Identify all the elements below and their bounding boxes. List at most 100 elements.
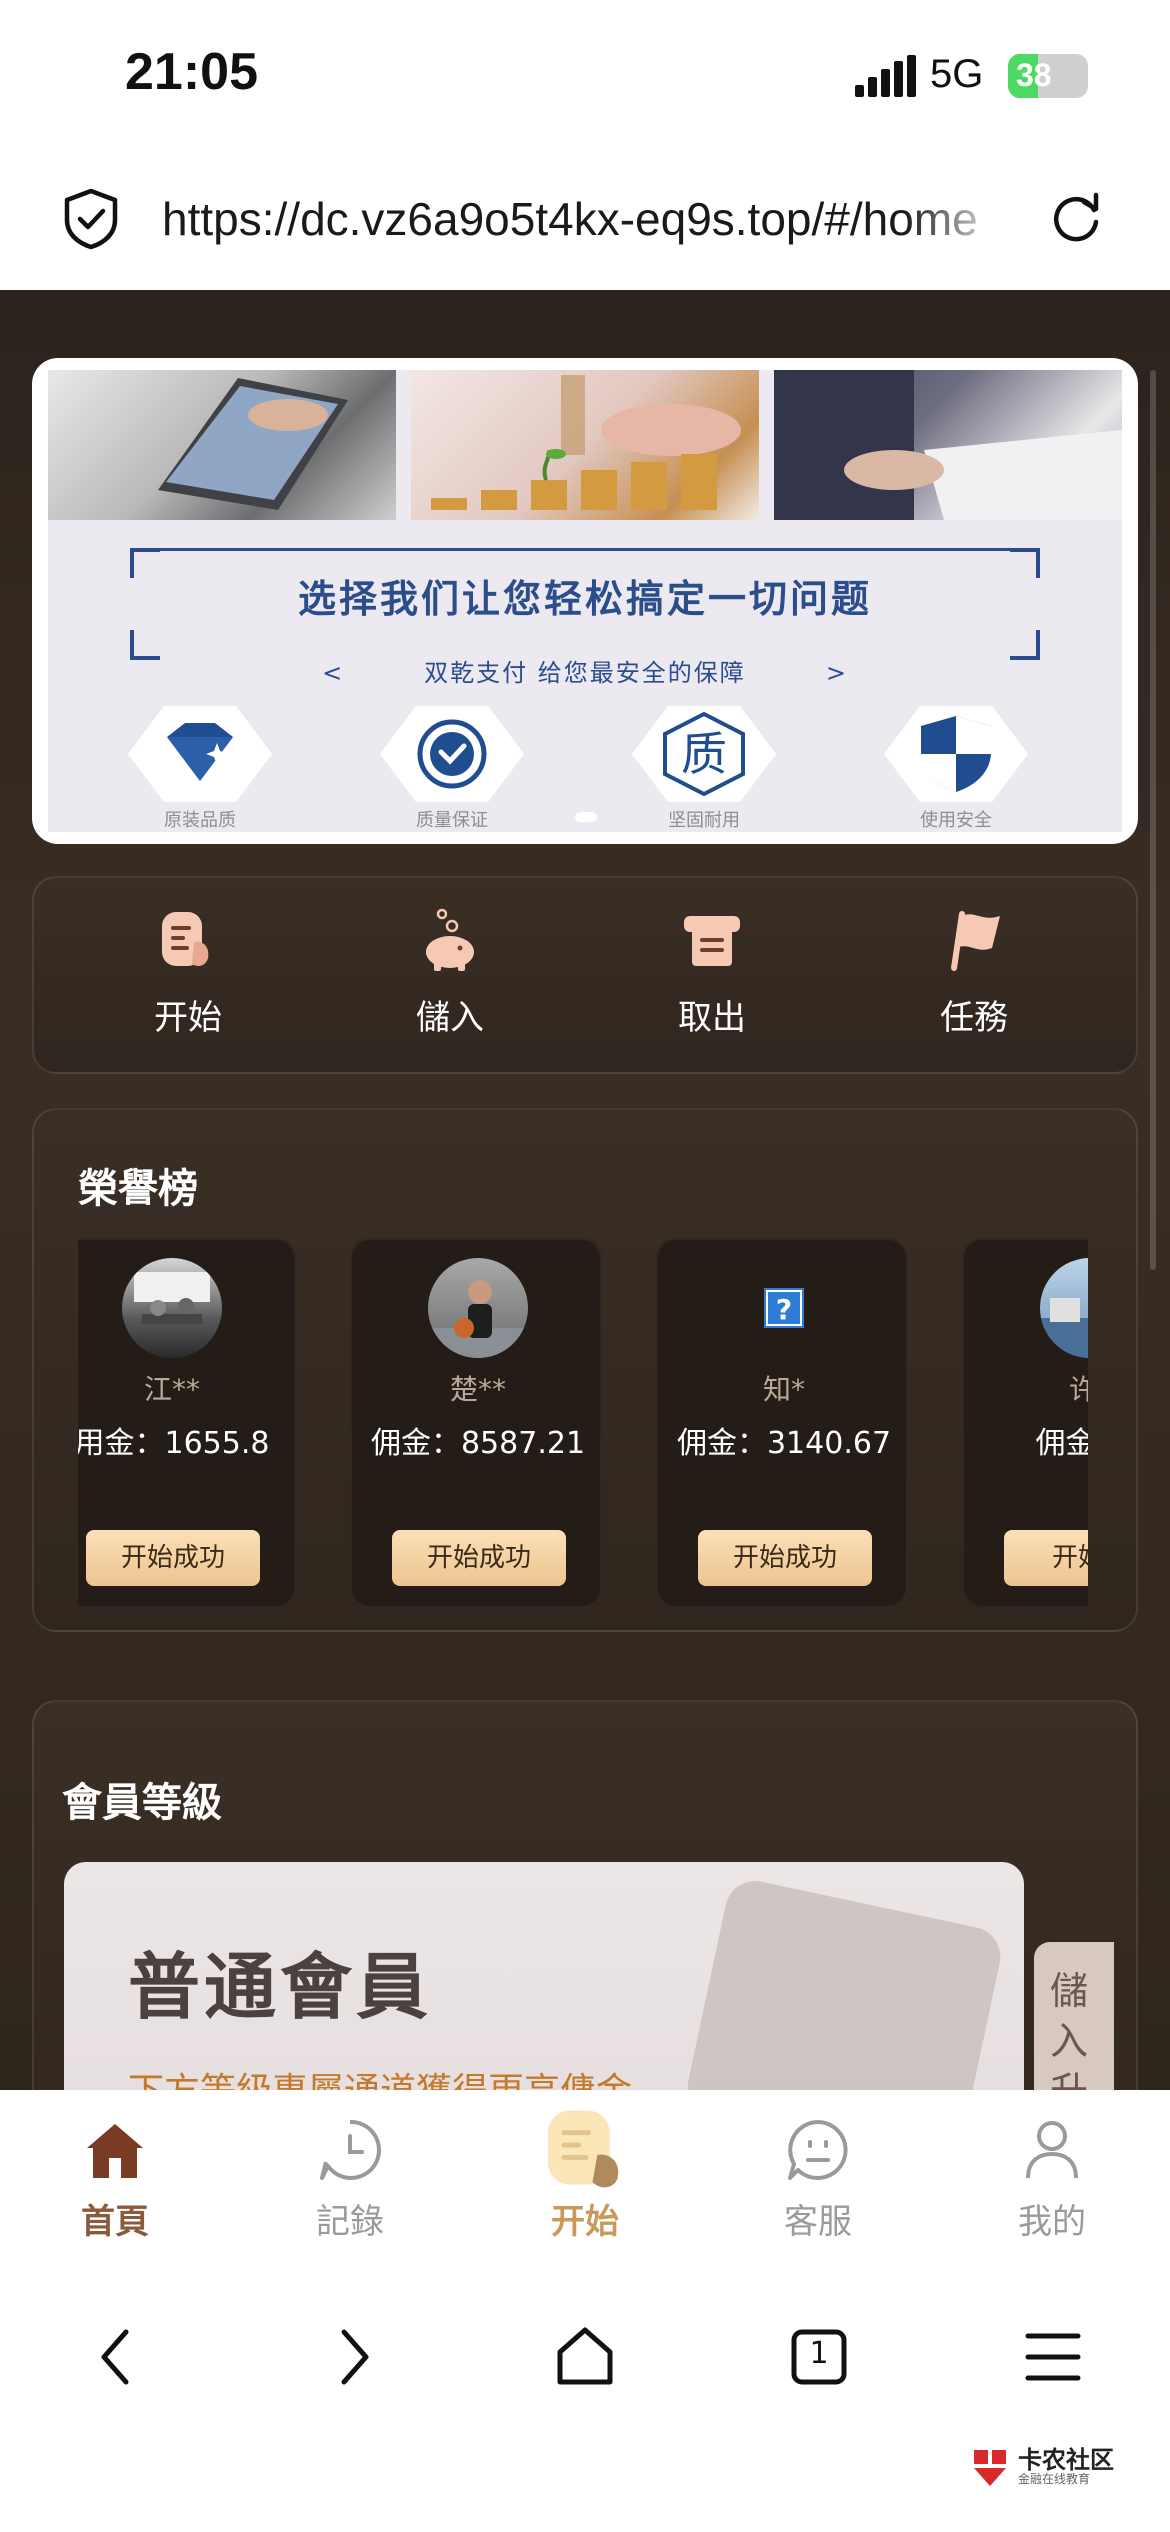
battery-percent: 38	[1016, 57, 1052, 93]
network-type: 5G	[930, 52, 984, 96]
svg-text:?: ?	[776, 1293, 792, 1326]
tab-profile[interactable]: 我的	[962, 2116, 1142, 2256]
badge-quality-guarantee: 质量保证	[362, 706, 542, 831]
tab-records[interactable]: 記錄	[260, 2116, 440, 2256]
membership-card-title: 普通會員	[128, 1945, 433, 2029]
membership-card-desc: 下方等級專屬通道獲得更高傭金	[128, 2062, 632, 2090]
browser-toolbar: 1 卡农社区 金融在线教育	[0, 2260, 1170, 2532]
reload-icon[interactable]	[1048, 190, 1104, 246]
action-tasks[interactable]: 任務	[894, 908, 1054, 1058]
badge-hex	[128, 706, 272, 802]
forward-icon[interactable]	[318, 2322, 388, 2392]
banner-arrow-right: >	[825, 659, 848, 687]
signing-illustration	[774, 370, 1122, 520]
badge-hex	[884, 706, 1028, 802]
avatar	[122, 1258, 222, 1358]
tag-icon	[682, 1875, 1006, 2090]
badge-label: 使用安全	[920, 810, 992, 831]
badge-safe-use: 使用安全	[866, 706, 1046, 831]
membership-section: 會員等級 普通會員 下方等級專屬通道獲得更高傭金 儲入升	[32, 1700, 1138, 2090]
frame-line	[130, 548, 1040, 551]
membership-card[interactable]: 普通會員 下方等級專屬通道獲得更高傭金	[64, 1862, 1024, 2090]
url-text[interactable]: https://dc.vz6a9o5t4kx-eq9s.top/#/home	[162, 192, 1007, 246]
user-icon	[1026, 2121, 1078, 2179]
action-withdraw[interactable]: 取出	[632, 908, 792, 1058]
action-label: 儲入	[416, 998, 484, 1038]
battery-icon: 38	[1008, 54, 1088, 98]
honor-commission: 佣金：8587.21	[370, 1426, 586, 1461]
scrollbar[interactable]	[1150, 370, 1156, 1270]
avatar-image	[134, 1272, 210, 1324]
badge-hex	[380, 706, 524, 802]
banner-subline-text: 双乾支付 给您最安全的保障	[424, 659, 746, 687]
shield-icon	[921, 716, 991, 792]
clock-icon	[320, 2119, 381, 2180]
tab-count: 1	[809, 2336, 829, 2371]
honor-card[interactable]: 楚** 佣金：8587.21 开始成功	[350, 1238, 602, 1608]
action-label: 取出	[678, 998, 746, 1038]
honor-card[interactable]: ? 知* 佣金：3140.67 开始成功	[656, 1238, 908, 1608]
tab-label: 首頁	[81, 2202, 149, 2242]
honor-card[interactable]: 江** 用金：1655.8 开始成功	[78, 1238, 296, 1608]
honor-board-title: 榮譽榜	[78, 1166, 198, 1212]
url-bar[interactable]: https://dc.vz6a9o5t4kx-eq9s.top/#/home	[0, 150, 1170, 290]
deposit-upgrade-label: 儲入升	[1050, 1969, 1089, 2090]
honor-card[interactable]: 许* 佣金：4 开始成	[962, 1238, 1088, 1608]
action-start[interactable]: 开始	[108, 908, 268, 1058]
tab-label: 我的	[1018, 2202, 1086, 2242]
home-icon	[87, 2124, 143, 2178]
banner-headline: 选择我们让您轻松搞定一切问题	[297, 577, 872, 621]
honor-status-button[interactable]: 开始成功	[392, 1530, 566, 1586]
cellular-signal-icon	[855, 55, 916, 97]
badge-label: 质量保证	[416, 810, 488, 831]
badge-label: 原装品质	[164, 810, 236, 831]
action-deposit[interactable]: 儲入	[370, 908, 530, 1058]
avatar-image	[1040, 1298, 1088, 1358]
honor-commission: 佣金：4	[1035, 1426, 1088, 1461]
tab-home[interactable]: 首頁	[25, 2116, 205, 2256]
badge-durable: 质 坚固耐用	[614, 706, 794, 831]
tab-label: 开始	[551, 2202, 619, 2242]
honor-name: 许*	[1068, 1373, 1088, 1406]
back-icon[interactable]	[82, 2322, 152, 2392]
watermark: 卡农社区 金融在线教育	[970, 2440, 1160, 2496]
receipt-icon	[684, 916, 740, 966]
watermark-subtitle: 金融在线教育	[1018, 2472, 1091, 2486]
quality-seal-icon	[417, 719, 487, 789]
honor-status-button[interactable]: 开始成功	[86, 1530, 260, 1586]
banner-inner: 选择我们让您轻松搞定一切问题 < 双乾支付 给您最安全的保障 > 原装品质 质量…	[48, 370, 1122, 832]
start-icon	[547, 2110, 619, 2188]
watermark-logo	[974, 2450, 1006, 2486]
zhi-character-icon: 质	[663, 712, 745, 796]
app-content[interactable]: 选择我们让您轻松搞定一切问题 < 双乾支付 给您最安全的保障 > 原装品质 质量…	[0, 290, 1170, 2090]
honor-board: 榮譽榜 江** 用金：1655.8 开始成功 楚** 佣金：8587.21 开始…	[32, 1108, 1138, 1632]
menu-icon[interactable]	[1018, 2322, 1088, 2392]
coins-illustration	[431, 375, 741, 510]
honor-status-button[interactable]: 开始成功	[698, 1530, 872, 1586]
deposit-upgrade-tab[interactable]: 儲入升	[1034, 1942, 1114, 2090]
document-hand-icon	[162, 912, 209, 966]
honor-carousel[interactable]: 江** 用金：1655.8 开始成功 楚** 佣金：8587.21 开始成功 ?…	[78, 1238, 1088, 1608]
carousel-indicator[interactable]	[575, 812, 597, 822]
tabs-button[interactable]: 1	[784, 2322, 854, 2392]
tab-support[interactable]: 客服	[728, 2116, 908, 2256]
tab-label: 客服	[784, 2202, 852, 2242]
banner-headline-frame: 选择我们让您轻松搞定一切问题	[130, 548, 1040, 660]
diamond-icon	[167, 723, 233, 781]
avatar: ?	[734, 1258, 834, 1358]
promo-banner[interactable]: 选择我们让您轻松搞定一切问题 < 双乾支付 给您最安全的保障 > 原装品质 质量…	[32, 358, 1138, 844]
home-browser-icon[interactable]	[550, 2322, 620, 2392]
banner-photo-signing	[774, 370, 1122, 520]
honor-commission: 佣金：3140.67	[676, 1426, 892, 1461]
honor-name: 江**	[143, 1373, 200, 1406]
badge-label: 坚固耐用	[668, 810, 740, 831]
honor-status-button[interactable]: 开始成	[1004, 1530, 1088, 1586]
tab-start[interactable]: 开始	[495, 2110, 675, 2256]
tablet-illustration	[158, 378, 348, 510]
avatar	[1040, 1258, 1088, 1358]
badge-hex: 质	[632, 706, 776, 802]
banner-photo-tablet	[48, 370, 396, 520]
site-security-icon[interactable]	[62, 188, 120, 250]
banner-arrow-left: <	[322, 659, 345, 687]
flag-icon	[951, 911, 1000, 971]
